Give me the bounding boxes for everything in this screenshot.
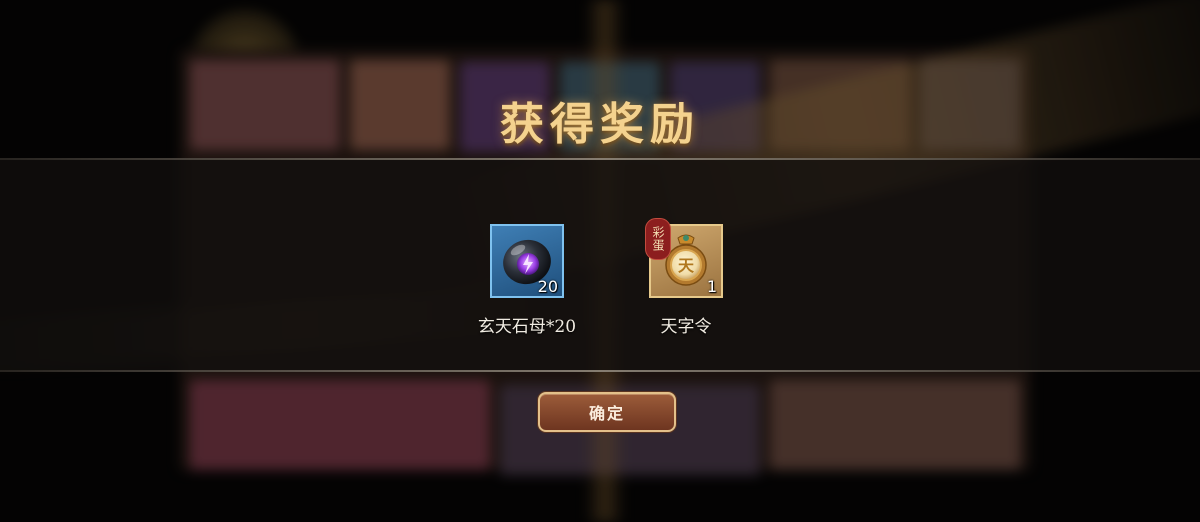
easter-egg-tag-label: 彩蛋 — [651, 226, 665, 252]
reward-icon-frame[interactable]: 20 — [490, 224, 564, 298]
band-bottom-divider — [0, 370, 1200, 372]
game-screen: 获得奖励 20 玄天石母*20 彩蛋 天 1 天字令 确定 — [0, 0, 1200, 522]
reward-quantity: 1 — [706, 277, 717, 296]
reward-name: 玄天石母*20 — [477, 317, 577, 337]
reward-icon-frame[interactable]: 彩蛋 天 1 — [645, 218, 723, 298]
reward-item[interactable]: 20 玄天石母*20 — [437, 224, 617, 337]
reward-quantity: 20 — [537, 277, 558, 296]
band-top-divider — [0, 158, 1200, 160]
reward-item[interactable]: 彩蛋 天 1 天字令 — [596, 218, 776, 337]
dialog-title: 获得奖励 — [500, 99, 700, 150]
reward-name: 天字令 — [660, 317, 712, 337]
easter-egg-tag: 彩蛋 — [645, 218, 671, 260]
confirm-button[interactable]: 确定 — [538, 392, 676, 432]
svg-text:天: 天 — [678, 256, 695, 275]
reward-band: 20 玄天石母*20 彩蛋 天 1 天字令 — [0, 158, 1200, 372]
